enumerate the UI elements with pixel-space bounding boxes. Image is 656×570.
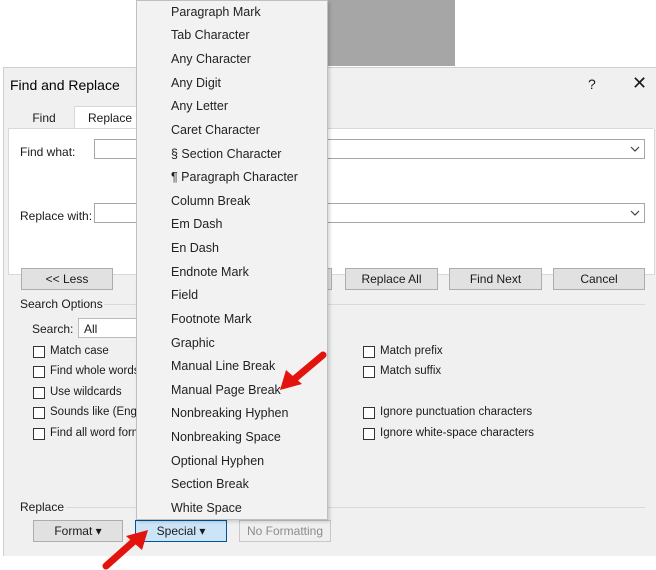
- menu-item-graphic[interactable]: Graphic: [171, 336, 215, 350]
- less-button[interactable]: << Less: [21, 268, 113, 290]
- menu-item-tab-character[interactable]: Tab Character: [171, 28, 250, 42]
- special-dropdown-menu: Paragraph Mark Tab Character Any Charact…: [136, 0, 328, 520]
- find-next-button[interactable]: Find Next: [449, 268, 542, 290]
- replace-all-button[interactable]: Replace All: [345, 268, 438, 290]
- menu-item-any-letter[interactable]: Any Letter: [171, 99, 228, 113]
- match-prefix-checkbox[interactable]: [363, 346, 375, 358]
- search-options-label: Search Options: [20, 297, 103, 311]
- sounds-like-checkbox[interactable]: [33, 407, 45, 419]
- menu-item-section-break[interactable]: Section Break: [171, 477, 249, 491]
- close-icon[interactable]: ✕: [632, 74, 647, 92]
- menu-item-caret-character[interactable]: Caret Character: [171, 123, 260, 137]
- search-direction-value: All: [84, 322, 98, 336]
- match-case-label: Match case: [50, 345, 109, 357]
- tab-find-label: Find: [32, 111, 56, 125]
- menu-item-any-character[interactable]: Any Character: [171, 52, 251, 66]
- menu-item-white-space[interactable]: White Space: [171, 501, 242, 515]
- menu-item-manual-line-break[interactable]: Manual Line Break: [171, 359, 275, 373]
- tab-find[interactable]: Find: [12, 106, 76, 130]
- menu-item-optional-hyphen[interactable]: Optional Hyphen: [171, 454, 264, 468]
- menu-item-any-digit[interactable]: Any Digit: [171, 76, 221, 90]
- match-suffix-checkbox[interactable]: [363, 366, 375, 378]
- replace-with-label: Replace with:: [20, 209, 93, 223]
- find-what-label: Find what:: [20, 145, 76, 159]
- annotation-arrow-icon: [102, 530, 148, 570]
- word-forms-checkbox[interactable]: [33, 428, 45, 440]
- ignore-whitespace-checkbox[interactable]: [363, 428, 375, 440]
- wildcards-label: Use wildcards: [50, 386, 122, 398]
- whole-words-checkbox[interactable]: [33, 366, 45, 378]
- chevron-down-icon[interactable]: [627, 141, 643, 157]
- dialog-title: Find and Replace: [10, 77, 120, 93]
- ignore-punctuation-checkbox[interactable]: [363, 407, 375, 419]
- menu-item-em-dash[interactable]: Em Dash: [171, 217, 222, 231]
- wildcards-checkbox[interactable]: [33, 387, 45, 399]
- menu-item-column-break[interactable]: Column Break: [171, 194, 250, 208]
- menu-item-section-character[interactable]: § Section Character: [171, 147, 281, 161]
- menu-item-field[interactable]: Field: [171, 288, 198, 302]
- menu-item-paragraph-character[interactable]: ¶ Paragraph Character: [171, 170, 298, 184]
- chevron-down-icon[interactable]: [627, 205, 643, 221]
- match-prefix-label: Match prefix: [380, 345, 443, 357]
- help-button[interactable]: ?: [588, 76, 596, 92]
- menu-item-nonbreaking-space[interactable]: Nonbreaking Space: [171, 430, 281, 444]
- sounds-like-label: Sounds like (Englis: [50, 406, 148, 418]
- find-replace-dialog: Find and Replace ? ✕ Find Replace Find w…: [3, 67, 656, 556]
- ignore-whitespace-label: Ignore white-space characters: [380, 427, 535, 439]
- match-case-checkbox[interactable]: [33, 346, 45, 358]
- menu-item-en-dash[interactable]: En Dash: [171, 241, 219, 255]
- tab-replace-label: Replace: [87, 111, 133, 125]
- menu-item-paragraph-mark[interactable]: Paragraph Mark: [171, 5, 261, 19]
- whole-words-label: Find whole words: [50, 365, 140, 377]
- no-formatting-button: No Formatting: [239, 520, 331, 542]
- menu-item-nonbreaking-hyphen[interactable]: Nonbreaking Hyphen: [171, 406, 288, 420]
- word-forms-label: Find all word form: [50, 427, 142, 439]
- annotation-arrow-icon: [280, 351, 327, 390]
- menu-item-manual-page-break[interactable]: Manual Page Break: [171, 383, 281, 397]
- cancel-button[interactable]: Cancel: [553, 268, 645, 290]
- search-label: Search:: [32, 322, 74, 336]
- replace-section-label: Replace: [20, 500, 65, 514]
- ignore-punctuation-label: Ignore punctuation characters: [380, 406, 533, 418]
- menu-item-footnote-mark[interactable]: Footnote Mark: [171, 312, 252, 326]
- document-gray-region: [320, 0, 455, 66]
- menu-item-endnote-mark[interactable]: Endnote Mark: [171, 265, 249, 279]
- match-suffix-label: Match suffix: [380, 365, 442, 377]
